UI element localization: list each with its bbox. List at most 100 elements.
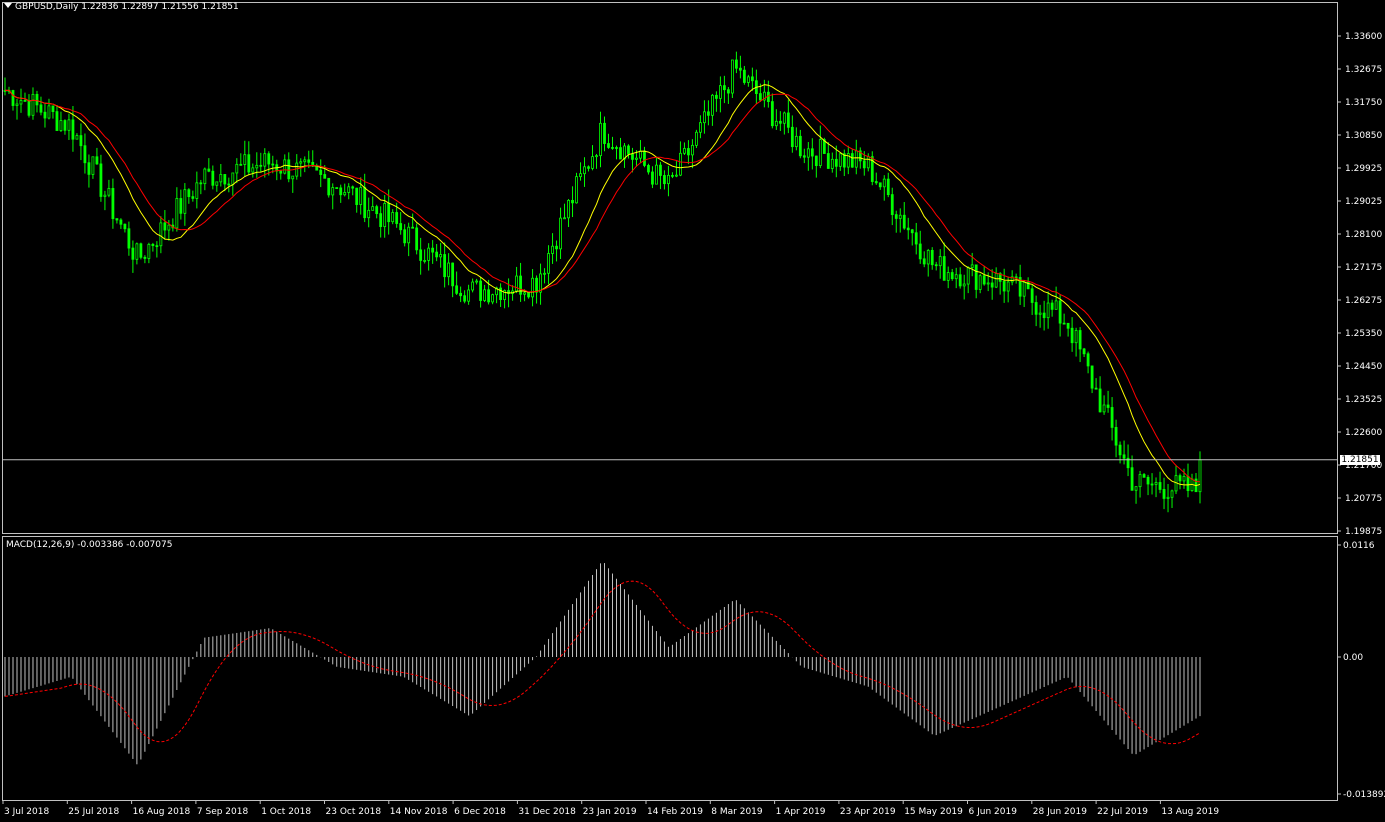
candle-body [383,203,387,228]
candle-body [87,162,91,175]
candle-body [299,161,303,164]
candle-body [35,93,39,106]
candle-body [371,206,375,211]
candle-body [1094,387,1098,390]
candle-body [575,176,578,204]
candle-body [802,155,806,158]
macd-tick-label: -0.013892 [1343,790,1385,800]
candle-body [874,181,878,184]
candle-body [1030,288,1034,303]
candle-body [423,260,427,262]
candle-body [163,222,167,231]
candle-body [1146,476,1150,485]
candle-body [339,187,343,196]
candle-body [990,282,994,288]
candle-body [259,164,263,167]
candle-body [387,203,391,223]
candle-body [1134,486,1138,491]
trading-chart[interactable]: 1.33600 1.32675 1.31750 1.30850 1.29925 1.290… [0,0,1385,822]
candle-body [607,143,610,148]
candle-body [251,167,255,173]
candle-body [287,159,291,180]
candle-body [459,292,463,297]
candle-body [711,94,714,116]
candle-body [1098,388,1102,413]
candle-body [695,131,698,146]
candle-body [139,243,143,258]
candle-body [942,256,946,281]
date-tick-label: 23 Oct 2018 [326,807,382,817]
candle-body [826,153,830,169]
candle-body [950,272,954,280]
candle-body [127,228,131,249]
candle-body [619,147,622,160]
candle-body [778,120,782,124]
candle-body [1162,489,1166,499]
date-tick-label: 1 Oct 2018 [261,807,311,817]
candle-body [954,274,958,280]
candle-body [147,243,151,259]
candle-body [770,101,774,127]
candle-body [135,243,139,260]
candle-body [962,283,966,287]
candle-body [483,289,486,301]
candle-body [906,227,910,231]
candle-body [1066,322,1070,329]
date-tick-label: 3 Jul 2018 [4,807,49,817]
candle-body [978,275,982,290]
candle-body [115,218,119,221]
candle-body [786,112,790,128]
candle-body [1150,483,1154,486]
candle-body [523,292,526,295]
candle-body [111,188,115,219]
candle-body [427,247,431,261]
candle-body [319,169,323,175]
candle-body [966,267,970,285]
price-tick-label: 1.30850 [1345,131,1382,141]
candle-body [663,175,666,185]
candle-body [51,105,55,113]
candle-body [671,174,674,177]
candle-body [11,90,15,106]
dropdown-arrow-icon[interactable] [4,3,12,8]
candle-body [814,155,818,166]
candle-body [439,254,443,258]
candle-body [227,183,231,186]
candle-body [543,272,546,275]
candle-body [379,213,383,228]
candle-body [1022,281,1026,297]
candle-body [946,272,950,281]
chart-header[interactable]: GBPUSD,Daily 1.22836 1.22897 1.21556 1.2… [4,2,239,12]
candle-body [411,226,415,229]
price-tick-label: 1.29925 [1345,164,1382,174]
price-tick-label: 1.23525 [1345,395,1382,405]
candle-body [926,249,930,265]
candle-body [1078,330,1082,350]
candle-body [531,277,534,298]
candle-body [555,245,558,250]
candle-body [243,154,247,165]
candle-body [1082,348,1086,355]
candle-body [1122,454,1126,459]
candle-body [207,168,211,172]
candle-body [1006,281,1010,292]
candle-body [722,85,726,91]
candle-body [579,173,582,178]
candle-body [679,152,682,176]
date-tick-label: 1 Apr 2019 [776,807,826,817]
candle-body [231,172,235,185]
candle-body [143,256,147,259]
candle-body [103,194,107,197]
candle-body [83,145,87,164]
price-tick-label: 1.22600 [1345,428,1382,438]
date-tick-label: 14 Nov 2018 [390,807,448,817]
date-tick-label: 22 Jul 2019 [1097,807,1148,817]
price-tick-label: 1.25350 [1345,329,1382,339]
candle-body [1178,475,1182,482]
candle-body [910,229,914,234]
candle-body [742,69,746,83]
candle-body [1102,404,1106,413]
candle-body [687,148,690,156]
candle-body [1118,444,1122,456]
candle-body [563,217,566,220]
